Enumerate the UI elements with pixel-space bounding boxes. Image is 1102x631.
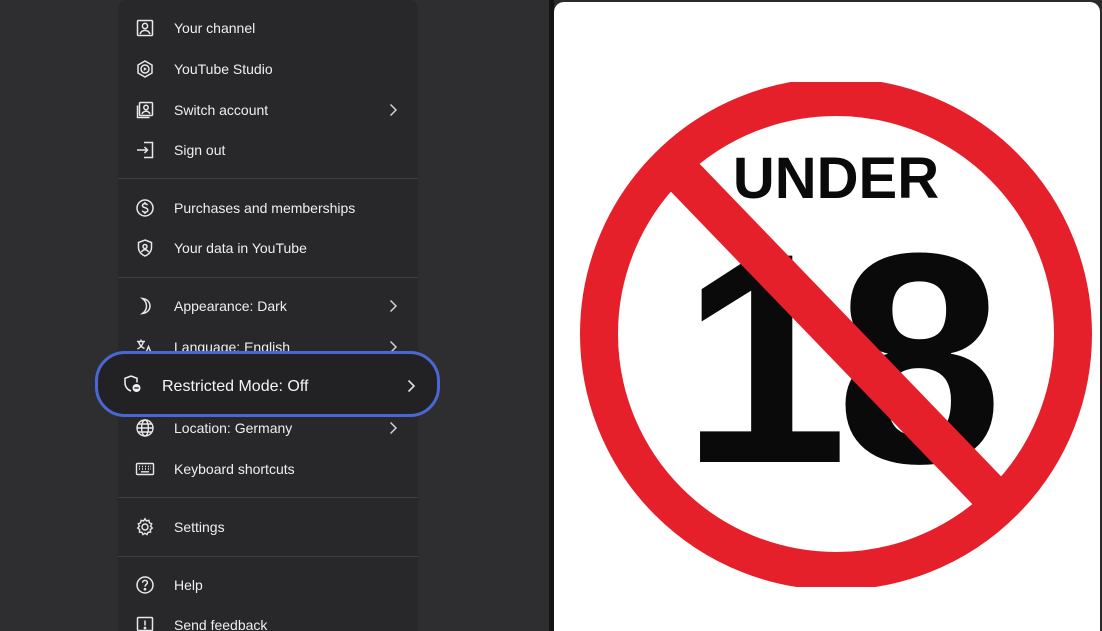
shield-person-icon — [135, 238, 155, 258]
youtube-menu-screenshot: Your channel YouTube Studio Switch accou… — [0, 0, 549, 631]
restricted-mode-icon — [122, 374, 142, 394]
chevron-right-icon — [386, 299, 400, 313]
menu-item-label: Appearance: Dark — [174, 298, 287, 314]
under-18-sign-image: UNDER 18 — [554, 2, 1100, 631]
menu-item-label: YouTube Studio — [174, 61, 273, 77]
menu-item-label: Settings — [174, 519, 225, 535]
menu-item-label: Keyboard shortcuts — [174, 461, 295, 477]
menu-item-label: Switch account — [174, 102, 269, 118]
menu-item-label: Purchases and memberships — [174, 200, 356, 216]
menu-item-restricted-mode[interactable]: Restricted Mode: Off — [95, 351, 440, 417]
menu-item-label: Restricted Mode: Off — [162, 378, 309, 395]
studio-icon — [135, 59, 155, 79]
menu-item-help[interactable]: Help — [118, 565, 418, 605]
chevron-right-icon — [386, 103, 400, 117]
moon-icon — [135, 296, 155, 316]
menu-item-purchases[interactable]: Purchases and memberships — [118, 188, 418, 228]
gear-icon — [135, 517, 155, 537]
menu-item-label: Your data in YouTube — [174, 240, 307, 256]
menu-item-sign-out[interactable]: Sign out — [118, 130, 418, 170]
keyboard-icon — [135, 459, 155, 479]
chevron-right-icon — [386, 421, 400, 435]
menu-item-youtube-studio[interactable]: YouTube Studio — [118, 49, 418, 89]
feedback-icon — [135, 615, 155, 631]
switch-account-icon — [135, 100, 155, 120]
menu-item-your-channel[interactable]: Your channel — [118, 8, 418, 48]
screenshot-collage: Your channel YouTube Studio Switch accou… — [0, 0, 1102, 631]
help-icon — [135, 575, 155, 595]
menu-item-appearance[interactable]: Appearance: Dark — [118, 286, 418, 326]
menu-item-label: Send feedback — [174, 617, 268, 631]
account-menu: Your channel YouTube Studio Switch accou… — [118, 0, 418, 631]
menu-item-label: Your channel — [174, 20, 256, 36]
menu-divider — [118, 277, 418, 278]
menu-divider — [118, 497, 418, 498]
account-box-icon — [135, 18, 155, 38]
dollar-icon — [135, 198, 155, 218]
menu-item-keyboard-shortcuts[interactable]: Keyboard shortcuts — [118, 449, 418, 489]
menu-divider — [118, 178, 418, 179]
menu-item-your-data[interactable]: Your data in YouTube — [118, 228, 418, 268]
menu-item-label: Location: Germany — [174, 420, 293, 436]
chevron-right-icon — [404, 379, 418, 393]
menu-item-label: Sign out — [174, 142, 226, 158]
globe-icon — [135, 418, 155, 438]
menu-item-switch-account[interactable]: Switch account — [118, 90, 418, 130]
sign-out-icon — [135, 140, 155, 160]
menu-divider — [118, 556, 418, 557]
no-under-18-sign: UNDER 18 — [570, 82, 1100, 587]
menu-item-send-feedback[interactable]: Send feedback — [118, 605, 418, 631]
menu-item-label: Help — [174, 577, 203, 593]
menu-item-settings[interactable]: Settings — [118, 507, 418, 547]
